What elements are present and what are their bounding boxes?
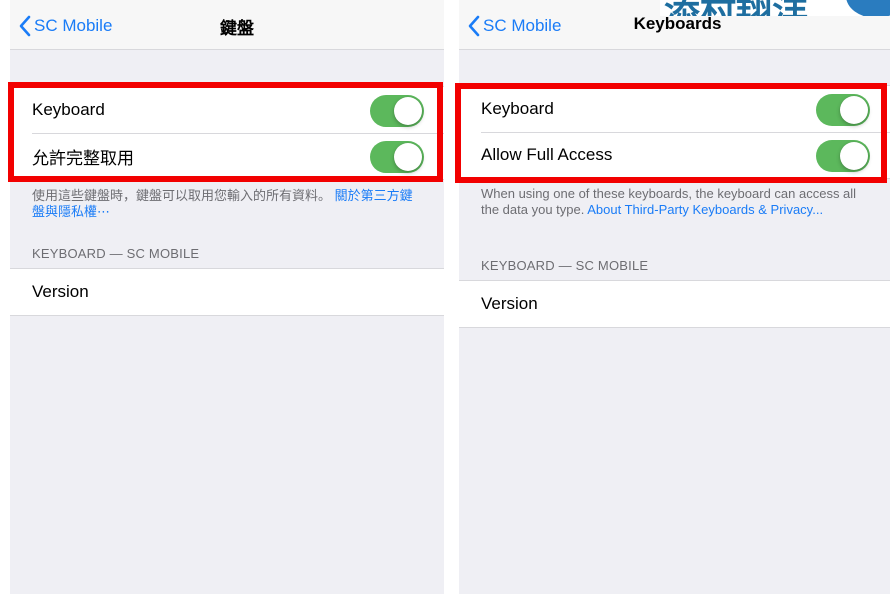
keyboard-row: Keyboard	[10, 87, 444, 133]
keyboard-settings-group: Keyboard Allow Full Access	[459, 85, 890, 179]
version-label: Version	[32, 282, 89, 301]
toggle-knob	[840, 96, 868, 124]
toggle-knob	[394, 143, 422, 171]
keyboard-row: Keyboard	[459, 86, 890, 132]
page-title: Keyboards	[633, 14, 722, 33]
version-label: Version	[481, 294, 538, 313]
section-header: KEYBOARD — SC MOBILE	[481, 258, 649, 273]
watermark-text: 添村翔洋	[664, 0, 808, 16]
page-title: 鍵盤	[220, 19, 254, 38]
footnote-text: 使用這些鍵盤時，鍵盤可以取用您輸入的所有資料。	[32, 188, 332, 203]
watermark-logo	[846, 0, 890, 16]
keyboard-settings-group: Keyboard 允許完整取用	[10, 86, 444, 180]
version-group: Version	[459, 280, 890, 328]
version-group: Version	[10, 268, 444, 316]
section-header: KEYBOARD — SC MOBILE	[32, 246, 200, 261]
keyboard-toggle[interactable]	[816, 94, 870, 126]
toggle-knob	[840, 142, 868, 170]
keyboard-row-label: Keyboard	[481, 99, 554, 118]
privacy-footnote: 使用這些鍵盤時，鍵盤可以取用您輸入的所有資料。 關於第三方鍵盤與隱私權⋯	[32, 188, 420, 220]
settings-panel-chinese: SC Mobile 鍵盤 Keyboard 允許完整取用 使用這些鍵盤時，鍵盤可…	[10, 0, 444, 594]
keyboard-toggle[interactable]	[370, 95, 424, 127]
version-row[interactable]: Version	[459, 281, 890, 327]
watermark: 添村翔洋	[660, 0, 890, 16]
full-access-row: Allow Full Access	[459, 132, 890, 178]
privacy-footnote: When using one of these keyboards, the k…	[481, 186, 870, 218]
toggle-knob	[394, 97, 422, 125]
full-access-row-label: Allow Full Access	[481, 145, 613, 164]
full-access-row-label: 允許完整取用	[32, 148, 134, 168]
keyboard-row-label: Keyboard	[32, 100, 105, 119]
full-access-toggle[interactable]	[816, 140, 870, 172]
full-access-row: 允許完整取用	[10, 133, 444, 179]
navigation-bar: SC Mobile 鍵盤	[10, 0, 444, 50]
privacy-link[interactable]: About Third-Party Keyboards & Privacy...	[587, 202, 823, 217]
full-access-toggle[interactable]	[370, 141, 424, 173]
settings-panel-english: SC Mobile Keyboards Keyboard Allow Full …	[459, 0, 890, 594]
version-row[interactable]: Version	[10, 269, 444, 315]
